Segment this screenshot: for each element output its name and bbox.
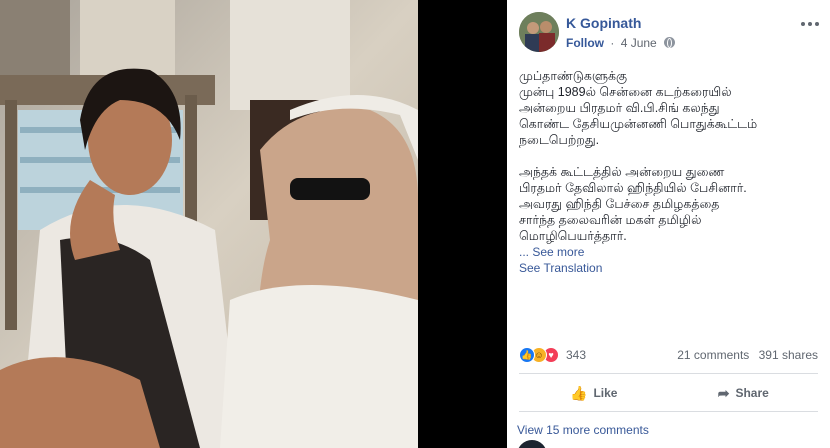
post-date[interactable]: 4 June	[621, 36, 657, 50]
post-paragraph: முப்தாண்டுகளுக்கு முன்பு 1989ல் சென்னை க…	[519, 69, 758, 147]
see-translation-link[interactable]: See Translation	[519, 261, 602, 275]
post-detail-panel: K Gopinath Follow · 4 June முப்தாண்டுகளு…	[507, 0, 830, 448]
post-photo[interactable]	[0, 0, 418, 448]
post-meta: Follow · 4 June	[566, 36, 676, 50]
more-options-icon[interactable]	[799, 17, 821, 31]
commenter-avatar[interactable]	[517, 440, 547, 448]
avatar-image	[519, 12, 559, 52]
author-name[interactable]: K Gopinath	[566, 15, 641, 31]
thumbs-up-icon: 👍	[570, 384, 588, 401]
meta-separator: ·	[610, 36, 615, 50]
photo-image	[0, 0, 418, 448]
divider	[519, 411, 818, 412]
follow-link[interactable]: Follow	[566, 36, 604, 50]
globe-icon	[664, 37, 676, 48]
share-label: Share	[735, 386, 769, 400]
share-button[interactable]: ➦ Share	[669, 378, 819, 408]
like-icon: 👍	[519, 347, 535, 363]
author-avatar[interactable]	[519, 12, 559, 52]
photo-viewer	[0, 0, 507, 448]
reactions-summary: 👍 ☺ ♥ 343 21 comments 391 shares	[519, 345, 818, 365]
engagement-counts: 21 comments 391 shares	[677, 348, 818, 362]
like-label: Like	[593, 386, 618, 400]
comments-count[interactable]: 21 comments	[677, 348, 749, 362]
view-more-comments-link[interactable]: View 15 more comments	[517, 423, 649, 437]
post-text: முப்தாண்டுகளுக்கு முன்பு 1989ல் சென்னை க…	[519, 68, 811, 260]
post-paragraph: அந்தக் கூட்டத்தில் அன்றைய துணை பிரதமர் த…	[519, 165, 747, 243]
action-bar: 👍 Like ➦ Share	[519, 378, 818, 408]
reaction-count[interactable]: 343	[566, 348, 586, 362]
like-button[interactable]: 👍 Like	[519, 378, 669, 408]
post-header: K Gopinath Follow · 4 June	[519, 12, 819, 52]
divider	[519, 373, 818, 374]
shares-count[interactable]: 391 shares	[759, 348, 818, 362]
see-more-link[interactable]: ... See more	[519, 244, 811, 260]
share-arrow-icon: ➦	[717, 384, 730, 401]
